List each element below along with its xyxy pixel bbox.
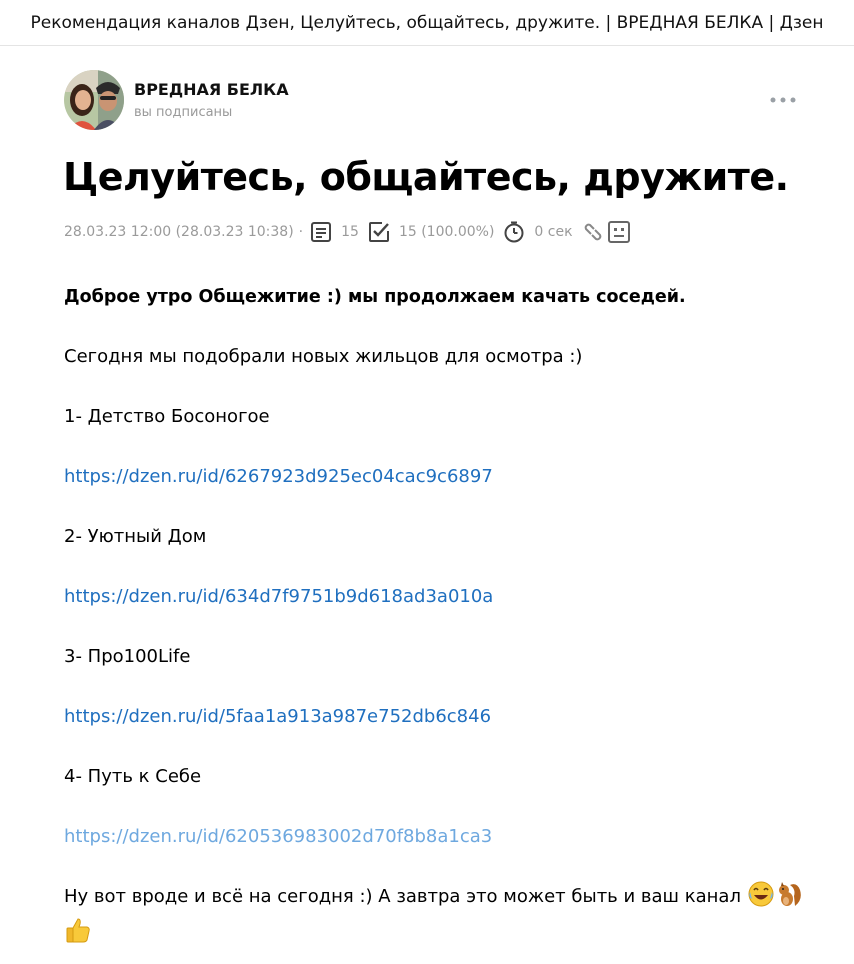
meta-separator: · bbox=[298, 224, 304, 240]
list-item-3: 3- Про100Life bbox=[64, 646, 191, 667]
document-icon bbox=[309, 220, 333, 244]
outro-text: Ну вот вроде и всё на сегодня :) А завтр… bbox=[64, 886, 741, 907]
subscription-status: вы подписаны bbox=[134, 105, 233, 120]
clock-icon bbox=[502, 220, 526, 244]
list-item-1: 1- Детство Босоногое bbox=[64, 406, 270, 427]
channel-link-3[interactable]: https://dzen.ru/id/5faa1a913a987e752db6c… bbox=[64, 706, 491, 727]
outro-paragraph: Ну вот вроде и всё на сегодня :) А завтр… bbox=[64, 880, 803, 914]
channel-avatar[interactable] bbox=[64, 70, 124, 130]
squirrel-emoji bbox=[775, 880, 803, 908]
list-item-4: 4- Путь к Себе bbox=[64, 766, 202, 787]
more-options-button[interactable] bbox=[766, 88, 800, 112]
laughing-tears-emoji bbox=[747, 880, 775, 908]
publish-date: 28.03.23 12:00 (28.03.23 10:38) bbox=[64, 224, 294, 240]
article-meta: 28.03.23 12:00 (28.03.23 10:38) · 15 15 … bbox=[64, 218, 639, 246]
more-dots-icon bbox=[770, 97, 796, 103]
read-time: 0 сек bbox=[534, 224, 573, 240]
intro-paragraph: Доброе утро Общежитие :) мы продолжаем к… bbox=[64, 287, 686, 307]
reads-count: 15 (100.00%) bbox=[398, 224, 495, 240]
window-title: Рекомендация каналов Дзен, Целуйтесь, об… bbox=[0, 0, 854, 46]
channel-link-2[interactable]: https://dzen.ru/id/634d7f9751b9d618ad3a0… bbox=[64, 586, 493, 607]
article-title: Целуйтесь, общайтесь, дружите. bbox=[63, 155, 789, 199]
channel-header: ВРЕДНАЯ БЕЛКА вы подписаны bbox=[64, 70, 804, 132]
thumbs-up-emoji bbox=[64, 916, 92, 944]
page: Рекомендация каналов Дзен, Целуйтесь, об… bbox=[0, 0, 854, 964]
outro-emoji-line bbox=[64, 916, 92, 950]
lead-paragraph: Сегодня мы подобрали новых жильцов для о… bbox=[64, 346, 583, 367]
views-count: 15 bbox=[341, 224, 359, 240]
link-icon[interactable] bbox=[581, 220, 605, 244]
channel-link-4[interactable]: https://dzen.ru/id/620536983002d70f8b8a1… bbox=[64, 826, 492, 847]
sad-face-icon[interactable] bbox=[607, 220, 631, 244]
channel-name[interactable]: ВРЕДНАЯ БЕЛКА bbox=[134, 80, 289, 99]
channel-link-1[interactable]: https://dzen.ru/id/6267923d925ec04cac9c6… bbox=[64, 466, 493, 487]
checkbox-icon bbox=[367, 220, 391, 244]
list-item-2: 2- Уютный Дом bbox=[64, 526, 207, 547]
